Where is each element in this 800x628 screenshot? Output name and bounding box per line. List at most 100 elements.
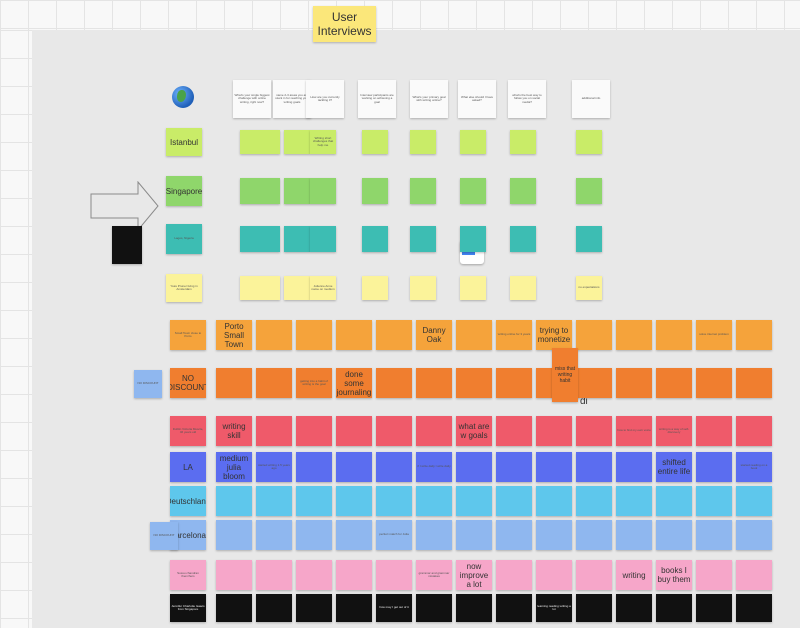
sticky-note[interactable] [496,594,532,622]
sticky-note[interactable] [310,226,336,252]
sticky-note[interactable]: how may I get out of it [376,594,412,622]
sticky-note[interactable] [416,486,452,516]
sticky-note[interactable]: now improve a lot [456,560,492,590]
sticky-note[interactable] [510,276,536,300]
sticky-note[interactable] [256,320,292,350]
sticky-note[interactable] [536,452,572,482]
sticky-note[interactable] [576,520,612,550]
question-note[interactable]: What's your primary goal with writing on… [410,80,448,118]
sticky-note[interactable] [376,452,412,482]
sticky-note[interactable] [296,452,332,482]
sticky-note[interactable] [296,594,332,622]
sticky-note[interactable] [362,226,388,252]
sticky-note[interactable]: no expectations [576,276,602,300]
sticky-note[interactable] [616,594,652,622]
sticky-note[interactable] [576,416,612,446]
sticky-note[interactable] [456,594,492,622]
question-note[interactable]: additional info [572,80,610,118]
sticky-note[interactable] [736,368,772,398]
sticky-note[interactable] [510,178,536,204]
sticky-note[interactable] [656,486,692,516]
sticky-note[interactable]: grammar and grammar mistakes [416,560,452,590]
sticky-note[interactable] [576,368,612,398]
sticky-note[interactable] [256,594,292,622]
row-label-note[interactable]: Yoav Pruner living in Amsterdam [166,274,202,302]
sticky-note[interactable] [460,276,486,300]
sticky-note[interactable] [496,560,532,590]
sticky-note[interactable] [376,320,412,350]
sticky-note[interactable] [256,368,292,398]
sticky-note[interactable] [256,560,292,590]
sticky-note[interactable] [496,452,532,482]
sticky-note[interactable] [376,560,412,590]
sticky-note[interactable] [696,452,732,482]
sticky-note[interactable] [336,452,372,482]
sticky-note[interactable] [536,486,572,516]
sticky-note[interactable] [616,486,652,516]
sticky-note[interactable] [576,130,602,154]
sticky-note[interactable] [656,320,692,350]
sticky-note[interactable] [736,560,772,590]
sticky-note[interactable] [576,320,612,350]
sticky-note[interactable] [296,486,332,516]
sticky-note[interactable] [510,130,536,154]
sticky-note[interactable] [410,178,436,204]
sticky-note[interactable] [216,594,252,622]
sticky-note[interactable] [240,226,280,252]
sticky-note[interactable] [616,368,652,398]
sticky-note[interactable] [656,594,692,622]
sticky-note[interactable] [496,368,532,398]
sticky-note[interactable] [362,178,388,204]
sticky-note[interactable] [576,594,612,622]
sticky-note[interactable] [576,486,612,516]
sticky-note[interactable] [736,520,772,550]
sticky-note[interactable] [256,520,292,550]
question-note[interactable]: What's your single biggest challenge wit… [233,80,271,118]
sticky-note[interactable] [616,520,652,550]
row-label-note[interactable]: Sussu chandran them/hers [170,560,206,590]
row-label-note[interactable]: Istanbul [166,128,202,156]
sticky-note[interactable] [696,594,732,622]
sticky-note[interactable] [696,486,732,516]
sticky-note[interactable]: Writing short challenges that help me [310,130,336,154]
sticky-note[interactable] [696,560,732,590]
sticky-note[interactable] [576,226,602,252]
sticky-note[interactable] [456,368,492,398]
sticky-note[interactable]: writing is a way of self-discovery [656,416,692,446]
sticky-note[interactable] [656,368,692,398]
sticky-note[interactable]: done some journaling [336,368,372,398]
sticky-note[interactable] [336,486,372,516]
sticky-note[interactable] [456,452,492,482]
sticky-note[interactable] [510,226,536,252]
sticky-note[interactable] [736,594,772,622]
sticky-note[interactable]: trying to monetize [536,320,572,350]
sticky-note[interactable]: miss that writing habit [552,348,578,402]
sticky-note[interactable]: Julienne Anne name on medium [310,276,336,300]
sticky-note[interactable] [456,320,492,350]
sticky-note[interactable] [296,416,332,446]
row-label-note[interactable]: Lagos, Nigeria [166,224,202,254]
sticky-note[interactable] [336,594,372,622]
sticky-note[interactable] [416,594,452,622]
sticky-note[interactable] [696,368,732,398]
sticky-note[interactable] [416,368,452,398]
arrow-shape[interactable] [90,181,160,231]
sticky-note[interactable]: books I buy them [656,560,692,590]
side-label-note[interactable]: NO DISCOUNT [150,522,178,550]
sticky-note[interactable] [216,486,252,516]
question-note[interactable]: what's the best way to follow you on soc… [508,80,546,118]
row-label-note[interactable]: Deutschland [170,486,206,516]
sticky-note[interactable] [216,520,252,550]
sticky-note[interactable] [616,320,652,350]
sticky-note[interactable] [240,178,280,204]
sticky-note[interactable] [284,130,310,154]
sticky-note[interactable] [296,560,332,590]
sticky-note[interactable]: writing skill [216,416,252,446]
sticky-note[interactable] [296,320,332,350]
row-label-note[interactable]: Jennifer Charlotte Isaacs from Singapore [170,594,206,622]
sticky-note[interactable] [536,560,572,590]
sticky-note[interactable] [696,416,732,446]
sticky-note[interactable] [410,226,436,252]
sticky-note[interactable]: Porto Small Town [216,320,252,350]
sticky-note[interactable] [460,226,486,252]
